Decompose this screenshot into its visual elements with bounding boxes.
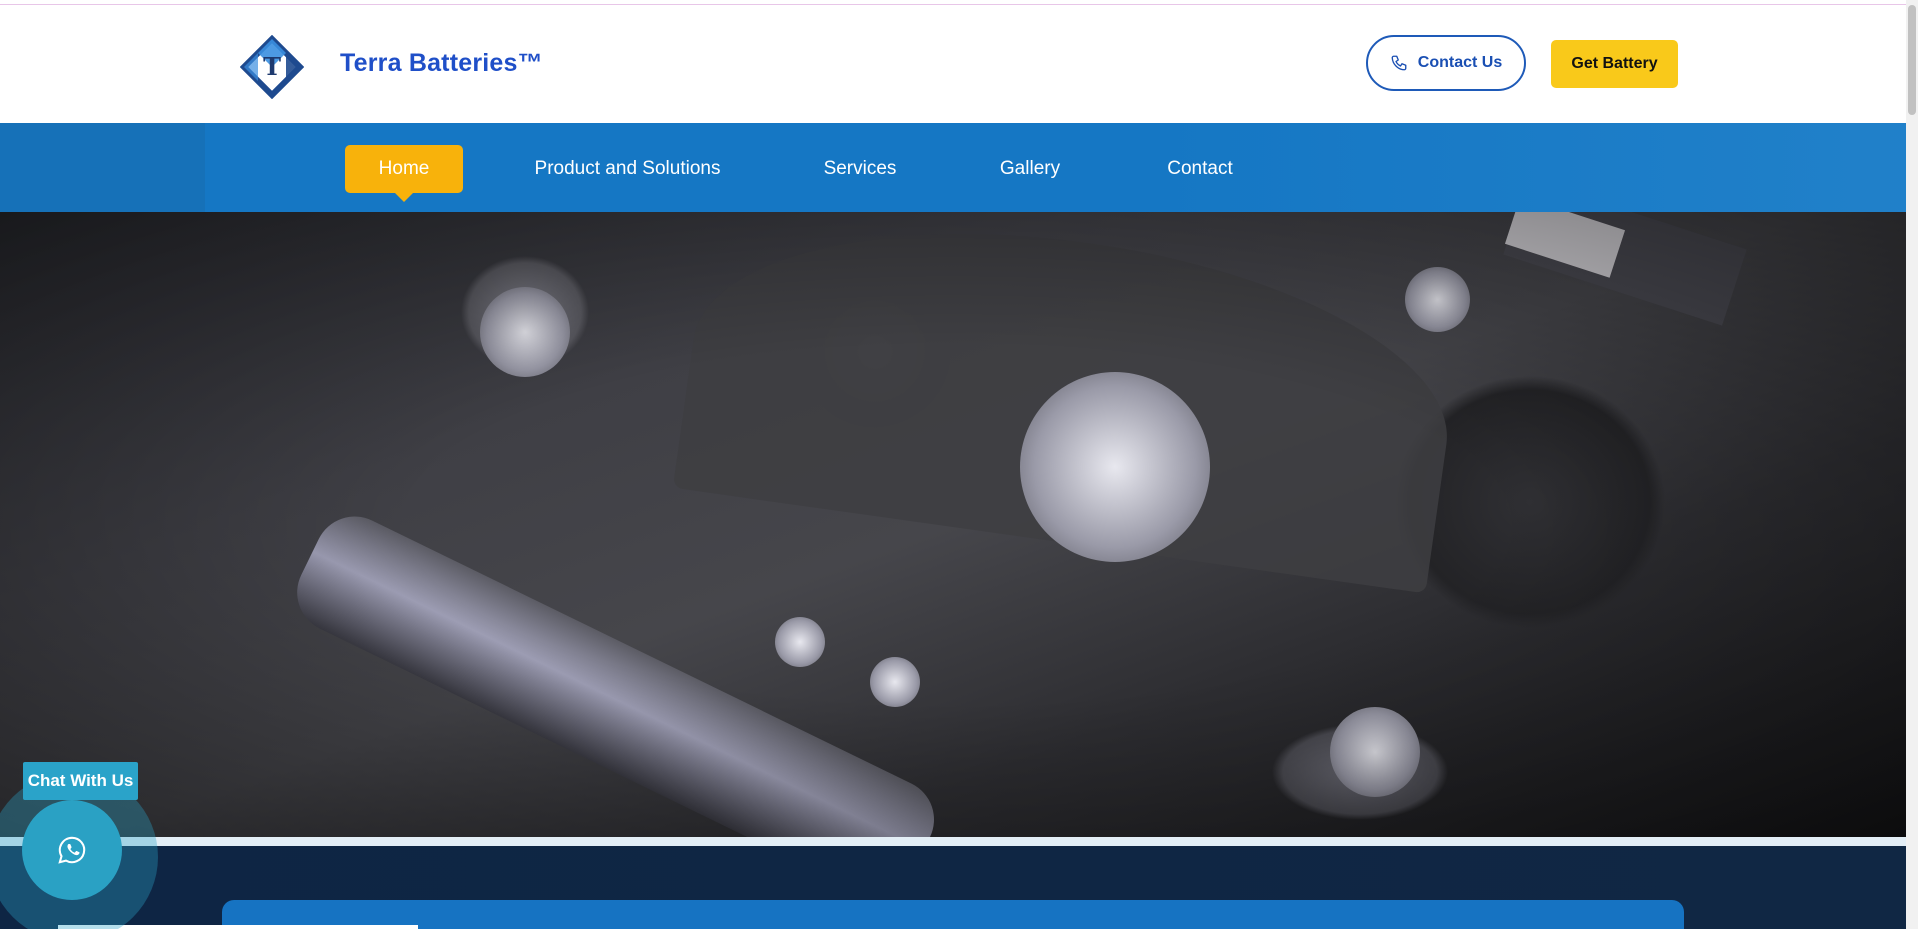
whatsapp-icon — [58, 836, 86, 864]
contact-us-button[interactable]: Contact Us — [1366, 35, 1526, 91]
scrollbar-thumb[interactable] — [1908, 5, 1916, 115]
get-battery-button[interactable]: Get Battery — [1551, 40, 1678, 88]
nav-decoration — [1160, 123, 1906, 212]
brand-logo[interactable]: T — [239, 34, 305, 100]
main-nav: Home Product and Solutions Services Gall… — [0, 123, 1906, 212]
blue-card — [222, 900, 1684, 929]
svg-text:T: T — [263, 52, 281, 81]
scrollbar-track[interactable] — [1906, 0, 1918, 929]
nav-item-product-and-solutions[interactable]: Product and Solutions — [520, 145, 735, 193]
nav-item-gallery[interactable]: Gallery — [985, 145, 1075, 193]
phone-icon — [1391, 55, 1407, 71]
nav-item-home[interactable]: Home — [345, 145, 463, 202]
nav-item-services[interactable]: Services — [810, 145, 910, 193]
site-header: T Terra Batteries™ Contact Us Get Batter… — [0, 5, 1906, 123]
nav-decoration — [0, 123, 205, 212]
hero-vignette — [0, 212, 1906, 837]
whatsapp-chat-button[interactable] — [22, 800, 122, 900]
brand-name[interactable]: Terra Batteries™ — [340, 49, 543, 78]
logo-icon: T — [239, 34, 305, 100]
chat-with-us-label[interactable]: Chat With Us — [23, 762, 138, 800]
hero-bottom-strip — [0, 837, 1906, 846]
contact-us-label: Contact Us — [1417, 54, 1503, 71]
hero-banner-image — [0, 212, 1906, 837]
nav-item-contact[interactable]: Contact — [1150, 145, 1250, 193]
